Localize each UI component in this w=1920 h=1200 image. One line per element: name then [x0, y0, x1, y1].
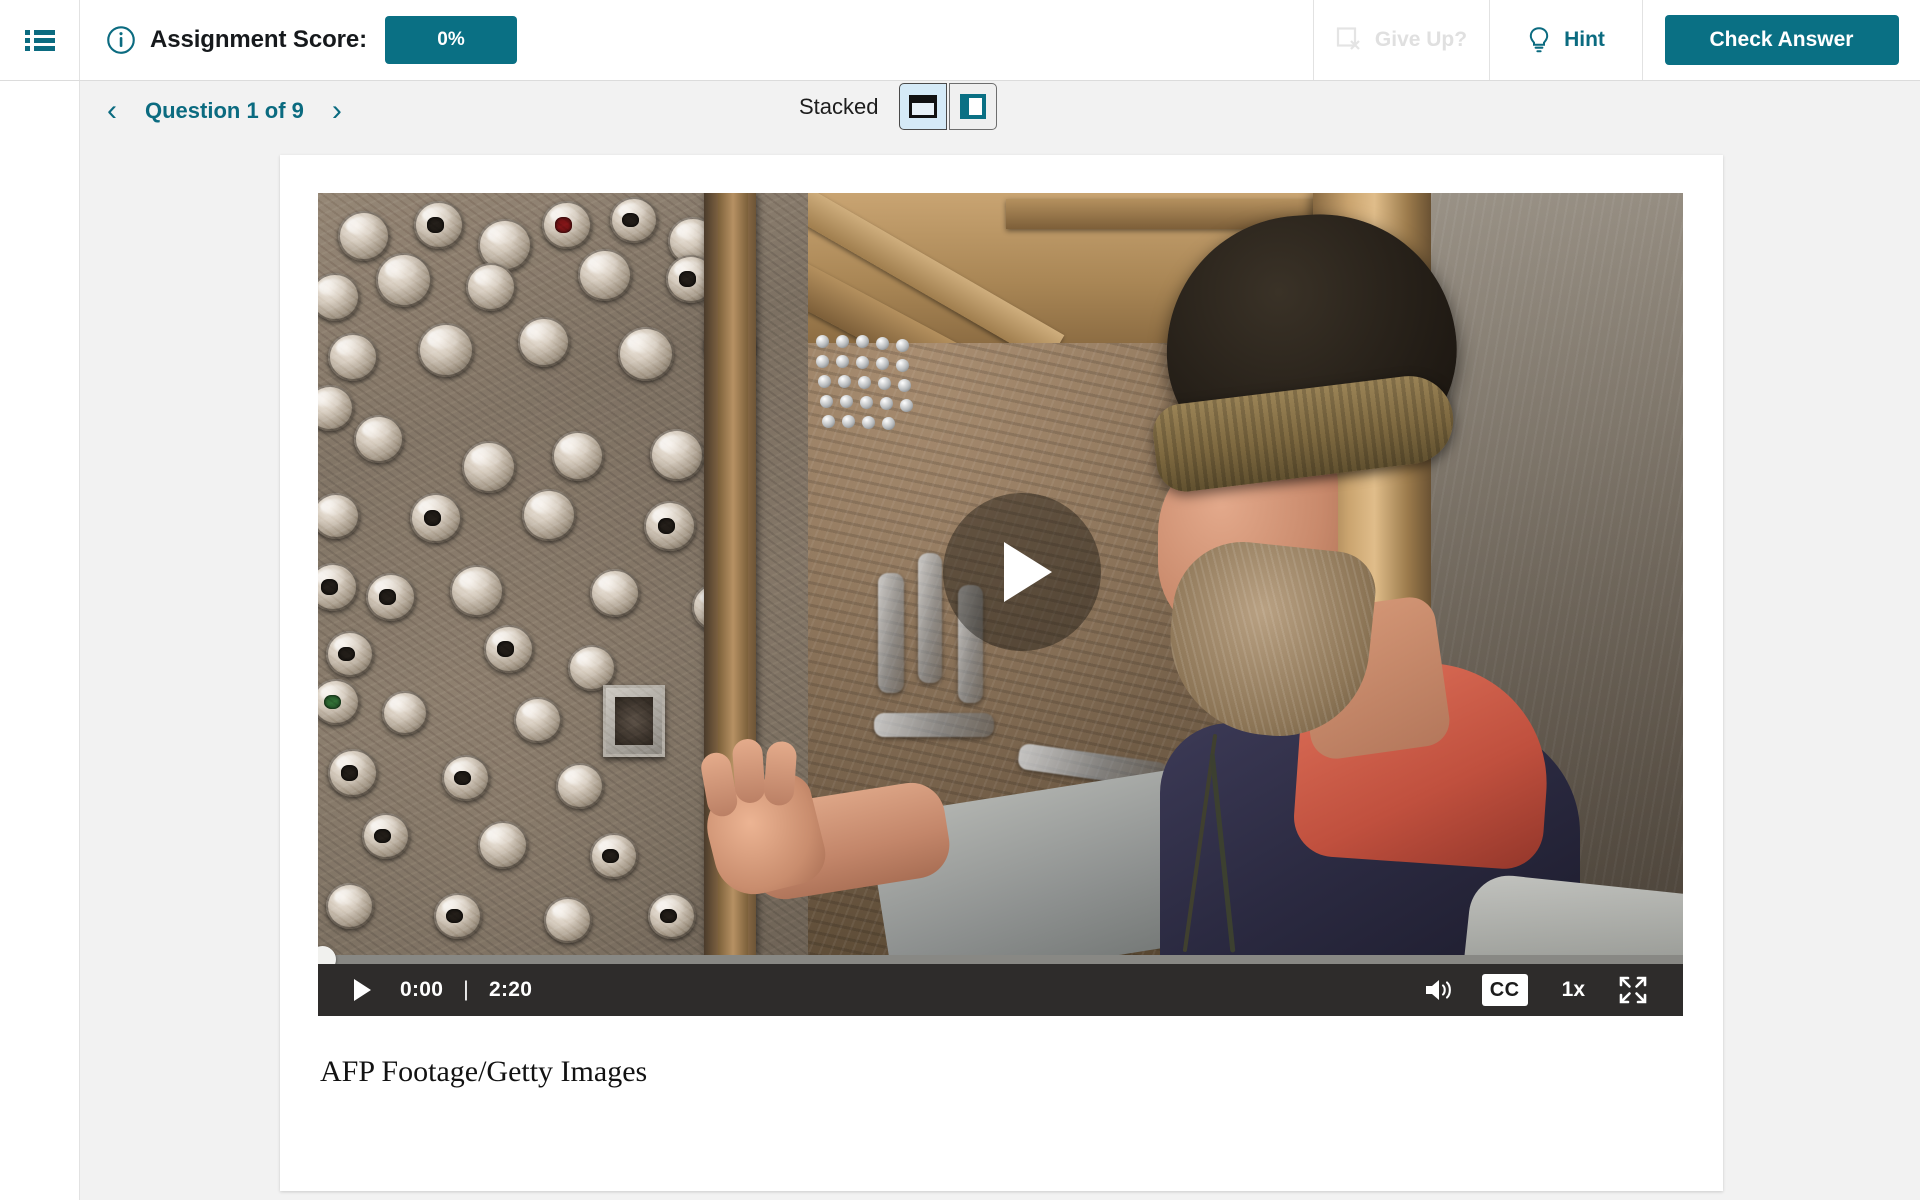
question-nav-row: ‹ Question 1 of 9 › Stacked — [81, 81, 1920, 141]
give-up-label: Give Up? — [1374, 28, 1468, 51]
layout-stacked-icon — [908, 95, 937, 118]
app-header: Assignment Score: 0% Give Up? Hint Check… — [0, 0, 1920, 81]
hint-label: Hint — [1564, 28, 1605, 51]
duration: 2:20 — [489, 978, 533, 1001]
layout-stacked-button[interactable] — [898, 83, 947, 130]
gray-sleeve-lower — [1463, 871, 1683, 955]
assignment-score-label: Assignment Score: — [150, 26, 368, 53]
fullscreen-expand-icon — [1619, 976, 1647, 1004]
check-answer-cell: Check Answer — [1642, 0, 1920, 80]
video-progress-bar[interactable] — [318, 946, 1683, 973]
layout-mode-label: Stacked — [799, 93, 879, 119]
info-circle-icon[interactable] — [106, 25, 136, 55]
play-button[interactable] — [338, 964, 386, 1016]
play-triangle-icon — [1004, 542, 1052, 602]
fullscreen-button[interactable] — [1605, 964, 1661, 1016]
menu-toggle-button[interactable] — [0, 0, 80, 80]
check-answer-button[interactable]: Check Answer — [1664, 15, 1899, 65]
previous-question-button[interactable]: ‹ — [97, 94, 127, 128]
volume-button[interactable] — [1410, 964, 1468, 1016]
main-content: ‹ Question 1 of 9 › Stacked 0:00 | 2:20 … — [81, 81, 1920, 1200]
question-navigator: ‹ Question 1 of 9 › — [81, 94, 352, 128]
video-player[interactable]: 0:00 | 2:20 CC 1x — [318, 193, 1683, 1016]
layout-side-by-side-icon — [959, 94, 986, 119]
video-control-bar: 0:00 | 2:20 CC 1x — [318, 964, 1683, 1016]
video-time-display: 0:00 | 2:20 — [386, 978, 532, 1002]
current-time: 0:00 — [400, 978, 444, 1001]
square-x-icon — [1336, 27, 1360, 50]
time-separator: | — [463, 978, 469, 1001]
assignment-score-group: Assignment Score: 0% — [80, 0, 1313, 80]
layout-control-group: Stacked — [799, 83, 997, 130]
give-up-button[interactable]: Give Up? — [1313, 0, 1489, 80]
layout-side-by-side-button[interactable] — [948, 83, 997, 130]
list-icon — [24, 30, 55, 51]
hint-button[interactable]: Hint — [1489, 0, 1642, 80]
left-rail — [0, 81, 80, 1200]
layout-segmented-control — [898, 83, 997, 130]
play-overlay-button[interactable] — [943, 493, 1101, 651]
video-attribution-caption: AFP Footage/Getty Images — [320, 1055, 648, 1088]
video-stage[interactable] — [318, 193, 1683, 955]
video-controls-left: 0:00 | 2:20 — [318, 964, 532, 1016]
video-controls-right: CC 1x — [1410, 964, 1683, 1016]
assignment-score-value[interactable]: 0% — [385, 16, 518, 64]
play-icon — [353, 979, 371, 1001]
next-question-button[interactable]: › — [322, 94, 352, 128]
playback-speed-button[interactable]: 1x — [1542, 964, 1605, 1016]
question-content-card: 0:00 | 2:20 CC 1x AFP Footage/Getty Imag… — [280, 155, 1723, 1191]
closed-captions-button[interactable]: CC — [1481, 974, 1528, 1006]
question-counter-label[interactable]: Question 1 of 9 — [145, 98, 304, 124]
volume-high-icon — [1425, 980, 1451, 1000]
lightbulb-icon — [1529, 27, 1549, 53]
